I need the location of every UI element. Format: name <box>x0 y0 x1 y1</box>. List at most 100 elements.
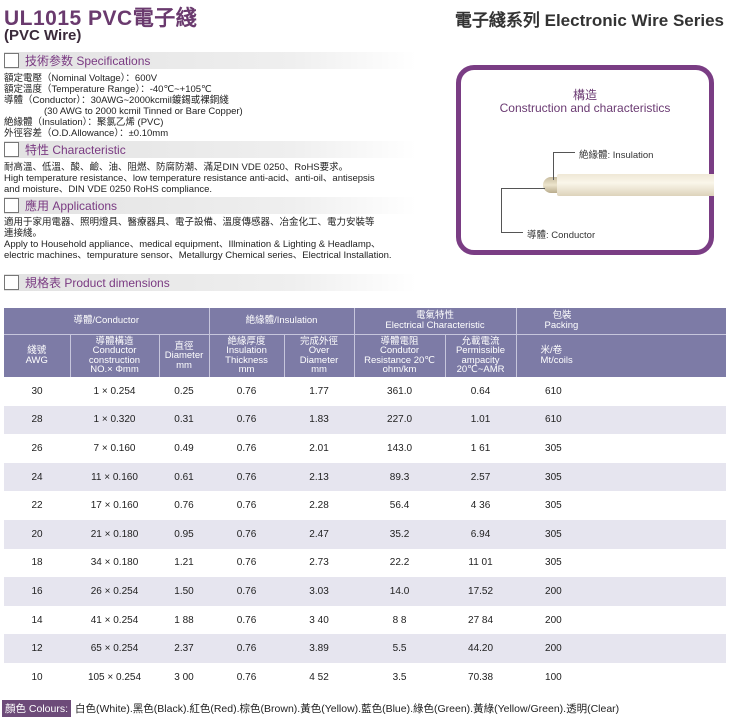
cell-overall: 2.01 <box>284 434 355 463</box>
colours-label: 顏色 Colours: <box>2 700 72 717</box>
cell-diameter: 0.76 <box>159 491 210 520</box>
cell-diameter: 3 00 <box>159 662 210 692</box>
cell-packing: 305 <box>516 519 727 549</box>
checkbox-icon <box>4 198 19 213</box>
table-row: 16 26 × 0.254 1.50 0.76 3.03 14.0 17.52 200 <box>4 577 727 606</box>
cell-construction: 34 × 0.180 <box>70 548 159 578</box>
cell-awg: 30 <box>4 377 70 406</box>
cell-overall: 3.89 <box>284 634 355 663</box>
table-row: 20 21 × 0.180 0.95 0.76 2.47 35.2 6.94 305 <box>4 519 727 549</box>
cell-thickness: 0.76 <box>209 377 285 406</box>
cell-diameter: 1.50 <box>159 577 210 606</box>
table-row: 18 34 × 0.180 1.21 0.76 2.73 22.2 11 01 305 <box>4 548 727 578</box>
cell-resistance: 143.0 <box>354 434 446 463</box>
page-subtitle: (PVC Wire) <box>4 27 82 44</box>
cell-diameter: 1.21 <box>159 548 210 578</box>
cell-packing: 200 <box>516 634 727 663</box>
checkbox-icon <box>4 53 19 68</box>
cell-diameter: 0.95 <box>159 519 210 549</box>
cell-diameter: 0.31 <box>159 405 210 435</box>
table-row: 14 41 × 0.254 1 88 0.76 3 40 8 8 27 84 200 <box>4 605 727 635</box>
cell-thickness: 0.76 <box>209 577 285 606</box>
spec-conductor: 導體（Conductor）：30AWG~2000kcmil鍍錫或裸銅綫 <box>4 95 229 106</box>
cell-awg: 10 <box>4 662 70 692</box>
cell-awg: 28 <box>4 405 70 435</box>
insulation-leader-line <box>553 152 575 153</box>
cell-thickness: 0.76 <box>209 519 285 549</box>
cell-construction: 1 × 0.254 <box>70 377 159 406</box>
cell-overall: 2.47 <box>284 519 355 549</box>
series-title: 電子綫系列 Electronic Wire Series <box>454 11 724 30</box>
conductor-leader-line <box>501 188 545 189</box>
cell-construction: 105 × 0.254 <box>70 662 159 692</box>
insulation-label: 絶緣體: Insulation <box>579 150 654 161</box>
cell-awg: 12 <box>4 634 70 663</box>
cell-thickness: 0.76 <box>209 605 285 635</box>
cell-awg: 16 <box>4 577 70 606</box>
cell-resistance: 8 8 <box>354 605 446 635</box>
colours-list: 白色(White).黑色(Black).紅色(Red).棕色(Brown).黃色… <box>75 703 620 715</box>
section-dimensions: 規格表 Product dimensions <box>4 274 416 291</box>
conductor-leader-line <box>501 188 502 232</box>
cell-resistance: 361.0 <box>354 377 446 406</box>
cell-ampacity: 17.52 <box>445 577 517 606</box>
cell-resistance: 89.3 <box>354 462 446 492</box>
applications-cn-2: 連接綫。 <box>4 228 43 239</box>
cell-ampacity: 0.64 <box>445 377 517 406</box>
colours-row: 顏色 Colours: 白色(White).黑色(Black).紅色(Red).… <box>2 700 619 717</box>
section-specifications: 技術参数 Specifications <box>4 52 416 69</box>
table-row: 30 1 × 0.254 0.25 0.76 1.77 361.0 0.64 610 <box>4 377 727 406</box>
column-header-ampacity: 允載電流 Permissible ampacity 20℃~AMR <box>445 334 517 377</box>
cell-overall: 2.73 <box>284 548 355 578</box>
table-row: 26 7 × 0.160 0.49 0.76 2.01 143.0 1 61 305 <box>4 434 727 463</box>
cell-awg: 14 <box>4 605 70 635</box>
insulation-leader-line <box>553 152 554 180</box>
cell-packing: 200 <box>516 605 727 635</box>
cell-diameter: 0.61 <box>159 462 210 492</box>
table-row: 12 65 × 0.254 2.37 0.76 3.89 5.5 44.20 200 <box>4 634 727 663</box>
conductor-label: 導體: Conductor <box>527 230 596 241</box>
cell-construction: 41 × 0.254 <box>70 605 159 635</box>
applications-en-2: electric machines、tempurature sensor、Met… <box>4 250 392 261</box>
cell-resistance: 35.2 <box>354 519 446 549</box>
cell-packing: 200 <box>516 577 727 606</box>
cell-awg: 22 <box>4 491 70 520</box>
spec-allowance: 外徑容差（O.D.Allowance）：±0.10mm <box>4 128 169 139</box>
cell-resistance: 3.5 <box>354 662 446 692</box>
cell-ampacity: 4 36 <box>445 491 517 520</box>
table-row: 24 11 × 0.160 0.61 0.76 2.13 89.3 2.57 305 <box>4 462 727 492</box>
cell-overall: 2.28 <box>284 491 355 520</box>
cell-packing: 610 <box>516 405 727 435</box>
cell-thickness: 0.76 <box>209 462 285 492</box>
cell-overall: 3 40 <box>284 605 355 635</box>
construction-panel: 構造 Construction and characteristics 絶緣體:… <box>456 65 714 255</box>
cell-packing: 100 <box>516 662 727 692</box>
characteristic-en-2: and moisture、DIN VDE 0250 RoHS complianc… <box>4 184 213 195</box>
cell-resistance: 227.0 <box>354 405 446 435</box>
cell-packing: 305 <box>516 462 727 492</box>
column-header-packing: 米/卷 Mt/coils <box>516 334 727 377</box>
cell-ampacity: 44.20 <box>445 634 517 663</box>
section-characteristic: 特性 Characteristic <box>4 141 416 158</box>
cell-awg: 26 <box>4 434 70 463</box>
cell-thickness: 0.76 <box>209 548 285 578</box>
wire-graphic <box>557 174 714 196</box>
column-header-overall: 完成外徑 Over Diameter mm <box>284 334 355 377</box>
cell-awg: 18 <box>4 548 70 578</box>
cell-diameter: 1 88 <box>159 605 210 635</box>
cell-construction: 7 × 0.160 <box>70 434 159 463</box>
dimensions-table: 導體/Conductor 絶緣體/Insulation 電氣特性 Electri… <box>4 308 727 692</box>
cell-ampacity: 27 84 <box>445 605 517 635</box>
section-title: 規格表 Product dimensions <box>25 276 170 290</box>
table-row: 10 105 × 0.254 3 00 0.76 4 52 3.5 70.38 100 <box>4 662 727 692</box>
cell-construction: 26 × 0.254 <box>70 577 159 606</box>
group-header-packing: 包裝 Packing <box>516 308 727 335</box>
column-header-awg: 綫號 AWG <box>4 334 71 377</box>
cell-thickness: 0.76 <box>209 491 285 520</box>
section-title: 技術参数 Specifications <box>25 54 151 68</box>
column-header-resistance: 導體電阻 Condutor Resistance 20℃ ohm/km <box>354 334 446 377</box>
spec-conductor-en: (30 AWG to 2000 kcmil Tinned or Bare Cop… <box>44 106 243 117</box>
cell-overall: 2.13 <box>284 462 355 492</box>
cell-thickness: 0.76 <box>209 405 285 435</box>
spec-voltage: 額定電壓（Nominal Voltage）：600V <box>4 73 158 84</box>
